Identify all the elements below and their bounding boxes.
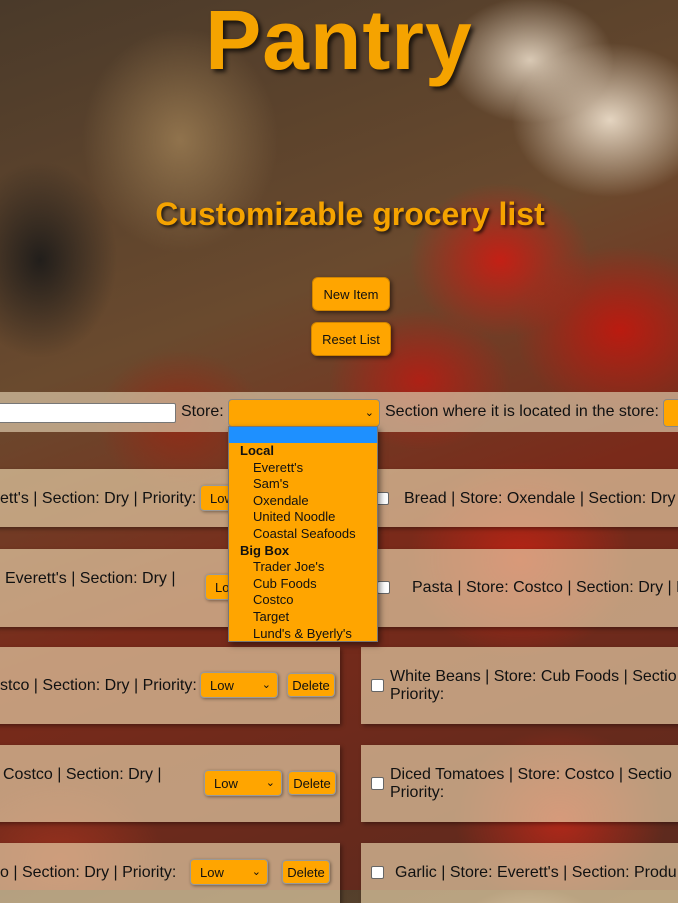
store-select[interactable]: ⌄	[228, 399, 380, 427]
item-label: o | Section: Dry | Priority:	[0, 864, 177, 881]
page-title: Pantry	[205, 0, 473, 87]
reset-list-button[interactable]: Reset List	[311, 322, 391, 356]
dropdown-option[interactable]: Everett's	[229, 460, 377, 477]
priority-select[interactable]: Low ⌄	[204, 770, 282, 796]
item-label: Priority:	[390, 784, 445, 801]
priority-select[interactable]: Low ⌄	[200, 672, 278, 698]
page-subtitle: Customizable grocery list	[155, 196, 545, 232]
item-name-input[interactable]	[0, 403, 176, 423]
item-checkbox[interactable]	[371, 866, 384, 879]
delete-button[interactable]: Delete	[287, 673, 335, 697]
item-label: White Beans | Store: Cub Foods | Sectio	[390, 668, 677, 685]
item-label: Bread | Store: Oxendale | Section: Dry	[404, 490, 676, 507]
priority-select[interactable]: Low ⌄	[190, 859, 268, 885]
dropdown-option[interactable]: United Noodle	[229, 509, 377, 526]
chevron-down-icon: ⌄	[364, 407, 374, 419]
chevron-down-icon: ⌄	[251, 866, 261, 878]
item-label: Priority:	[390, 686, 445, 703]
chevron-down-icon: ⌄	[265, 777, 275, 789]
item-label: Costco | Section: Dry |	[3, 766, 162, 783]
dropdown-group-local: Local	[240, 443, 274, 458]
chevron-down-icon: ⌄	[261, 679, 271, 691]
store-dropdown-list: Local Everett's Sam's Oxendale United No…	[228, 426, 378, 642]
dropdown-option[interactable]: Trader Joe's	[229, 559, 377, 576]
section-label: Section where it is located in the store…	[385, 403, 659, 420]
item-label: stco | Section: Dry | Priority:	[0, 677, 197, 694]
item-checkbox[interactable]	[377, 581, 390, 594]
delete-button[interactable]: Delete	[282, 860, 330, 884]
dropdown-option[interactable]: Cub Foods	[229, 576, 377, 593]
dropdown-option[interactable]: Oxendale	[229, 493, 377, 510]
delete-button[interactable]: Delete	[288, 771, 336, 795]
item-label: ett's | Section: Dry | Priority:	[0, 490, 197, 507]
new-item-button[interactable]: New Item	[312, 277, 390, 311]
dropdown-option[interactable]: Target	[229, 609, 377, 626]
section-select[interactable]	[663, 399, 678, 427]
item-label: Garlic | Store: Everett's | Section: Pro…	[395, 864, 677, 881]
store-label: Store:	[181, 403, 224, 420]
dropdown-option-blank[interactable]	[229, 427, 377, 443]
dropdown-option[interactable]: Sam's	[229, 476, 377, 493]
dropdown-option[interactable]: Coastal Seafoods	[229, 526, 377, 543]
dropdown-option[interactable]: Costco	[229, 592, 377, 609]
item-checkbox[interactable]	[371, 679, 384, 692]
dropdown-group-big-box: Big Box	[240, 542, 290, 558]
item-label: Diced Tomatoes | Store: Costco | Sectio	[390, 766, 672, 783]
item-checkbox[interactable]	[371, 777, 384, 790]
item-label: Everett's | Section: Dry |	[5, 570, 176, 587]
item-label: Pasta | Store: Costco | Section: Dry | P	[412, 579, 678, 596]
dropdown-option[interactable]: Lund's & Byerly's	[229, 626, 377, 643]
